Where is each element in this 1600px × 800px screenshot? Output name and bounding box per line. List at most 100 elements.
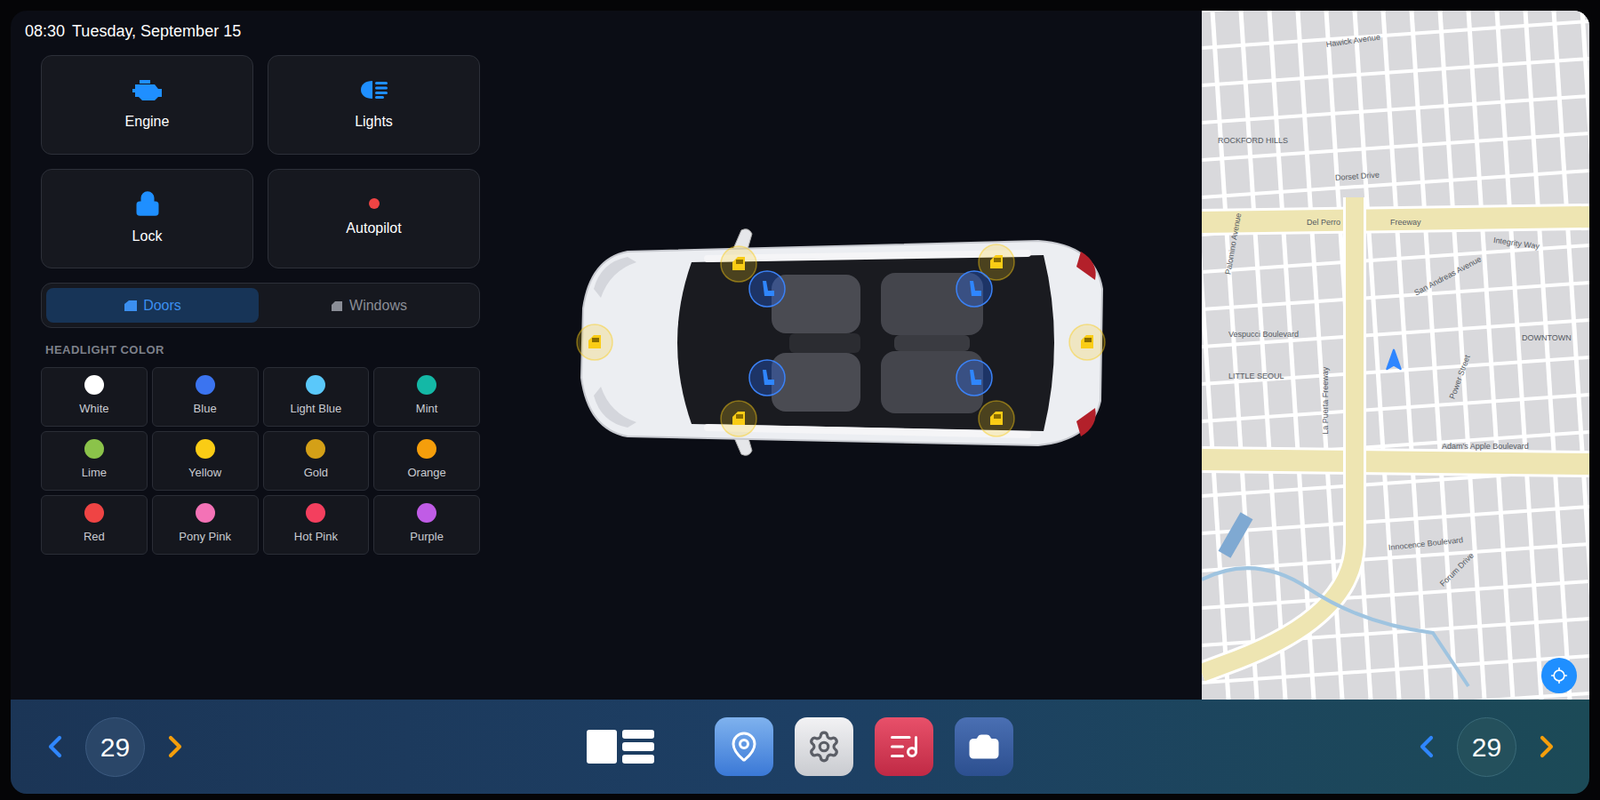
color-dot	[195, 503, 216, 523]
color-dot	[416, 439, 437, 459]
control-card[interactable]: Engine	[40, 55, 254, 155]
map-label: Adam's Apple Boulevard	[1441, 440, 1529, 454]
color-option[interactable]: Purple	[373, 495, 480, 555]
door-icon	[123, 299, 138, 312]
layout-icon[interactable]	[586, 729, 655, 764]
control-label: Lock	[132, 225, 163, 248]
map-label: Vespucci Boulevard	[1228, 328, 1299, 342]
color-grid: White Blue Light Blue Mint Lime Yellow Gold Ora…	[40, 367, 480, 555]
increase-icon[interactable]	[1528, 728, 1565, 765]
color-dot	[416, 375, 437, 395]
position-marker	[1382, 352, 1406, 376]
bottom-bar: 2929	[10, 699, 1590, 794]
app-frame: 08:30 Tuesday, September 15 Engine Lights Lo…	[0, 0, 1600, 800]
control-card[interactable]: Lock	[40, 168, 254, 269]
color-dot	[195, 439, 216, 459]
color-label: Gold	[304, 464, 328, 482]
door-marker[interactable]	[978, 400, 1015, 437]
control-card[interactable]: Autopilot	[267, 168, 480, 269]
map-panel[interactable]: Hawick AvenueROCKFORD HILLSDorset DriveD…	[1201, 10, 1590, 700]
color-dot	[305, 503, 326, 523]
color-dot	[416, 503, 437, 523]
color-option[interactable]: Gold	[263, 431, 370, 491]
window-icon	[329, 299, 344, 312]
color-option[interactable]: White	[40, 367, 148, 427]
color-label: Yellow	[188, 464, 222, 482]
color-option[interactable]: Red	[40, 495, 148, 555]
color-dot	[84, 439, 104, 459]
color-dot	[84, 503, 104, 523]
decrease-icon[interactable]	[1408, 728, 1445, 765]
control-card[interactable]: Lights	[267, 55, 480, 155]
maps-app[interactable]	[714, 717, 774, 776]
tab-label: Doors	[143, 295, 182, 317]
control-label: Autopilot	[345, 217, 401, 240]
tab[interactable]: Windows	[262, 288, 475, 323]
settings-app[interactable]	[794, 717, 854, 776]
color-label: Purple	[409, 528, 444, 546]
color-option[interactable]: Mint	[373, 367, 480, 427]
dock	[586, 717, 1014, 776]
map-label: Del Perro	[1306, 216, 1341, 230]
decrease-icon[interactable]	[37, 728, 73, 765]
color-option[interactable]: Orange	[373, 431, 480, 491]
door-marker[interactable]	[576, 324, 613, 360]
color-label: Blue	[193, 400, 217, 418]
status-time: 08:30 Tuesday, September 15	[24, 19, 480, 45]
seat-marker[interactable]	[749, 360, 785, 396]
color-label: Hot Pink	[294, 528, 338, 546]
right-temp-control: 29	[1013, 717, 1590, 777]
map-label: LITTLE SEOUL	[1228, 370, 1285, 384]
navigation-arrow-icon	[1377, 347, 1411, 381]
tab-label: Windows	[349, 295, 408, 317]
control-label: Lights	[354, 111, 393, 133]
map-label: Freeway	[1390, 216, 1422, 230]
seat-marker[interactable]	[956, 360, 992, 396]
gear-icon	[807, 729, 841, 764]
camera-icon	[968, 730, 1000, 763]
color-label: Lime	[81, 464, 107, 482]
control-grid: Engine Lights Lock Autopilot	[40, 55, 480, 269]
color-dot	[305, 375, 326, 395]
headlight-icon	[358, 77, 391, 103]
color-option[interactable]: Lime	[40, 431, 148, 491]
camera-app[interactable]	[954, 717, 1014, 776]
main-area: 08:30 Tuesday, September 15 Engine Lights Lo…	[10, 10, 1590, 700]
section-title: HEADLIGHT COLOR	[40, 341, 480, 360]
color-option[interactable]: Pony Pink	[152, 495, 259, 555]
car-diagram	[565, 222, 1117, 472]
seat-marker[interactable]	[749, 271, 785, 307]
status-dot	[368, 198, 380, 209]
music-app[interactable]	[874, 717, 934, 776]
locate-button[interactable]	[1541, 657, 1577, 694]
color-label: Pony Pink	[178, 528, 232, 546]
increase-icon[interactable]	[157, 728, 193, 765]
color-label: Mint	[416, 400, 439, 418]
door-marker[interactable]	[1069, 324, 1105, 360]
control-column: Engine Lights Lock Autopilot Doors Windows HEA…	[24, 44, 480, 555]
color-dot	[305, 439, 326, 459]
date: Tuesday, September 15	[72, 19, 241, 45]
locate-icon	[1550, 666, 1568, 685]
color-dot	[195, 375, 216, 395]
tab[interactable]: Doors	[46, 288, 259, 323]
layout-block	[586, 729, 617, 764]
color-option[interactable]: Light Blue	[263, 367, 370, 427]
map-pin-icon	[728, 730, 760, 763]
layout-lines	[622, 729, 655, 764]
lock-icon	[134, 190, 161, 217]
color-option[interactable]: Yellow	[152, 431, 259, 491]
time: 08:30	[24, 19, 65, 45]
music-icon	[888, 730, 920, 763]
control-label: Engine	[125, 111, 170, 133]
color-option[interactable]: Blue	[152, 367, 259, 427]
seat-marker[interactable]	[956, 271, 992, 307]
color-dot	[84, 375, 104, 395]
temp-display: 29	[1456, 717, 1517, 777]
color-label: Light Blue	[289, 400, 342, 418]
door-marker[interactable]	[720, 400, 757, 437]
color-option[interactable]: Hot Pink	[263, 495, 370, 555]
map-label: La Puerta Freeway	[1320, 367, 1333, 435]
door-marker[interactable]	[720, 246, 757, 282]
tab-bar: Doors Windows	[40, 282, 480, 328]
